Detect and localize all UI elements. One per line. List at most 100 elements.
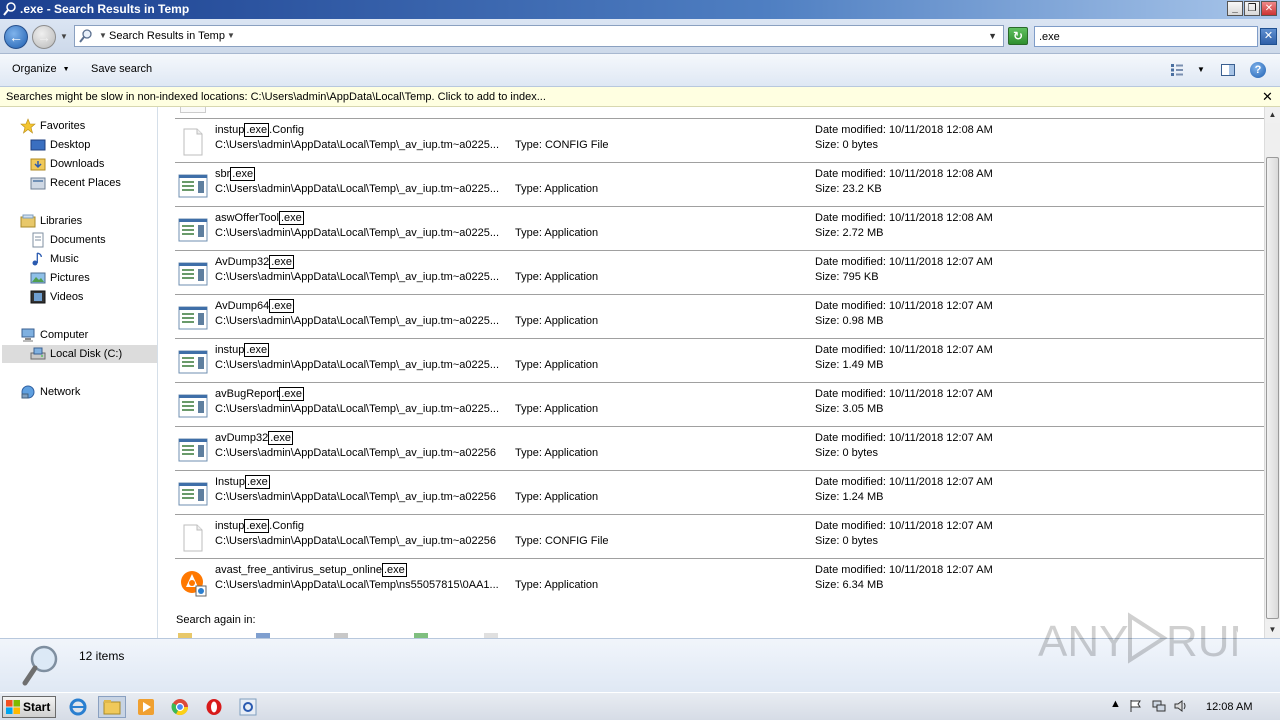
nav-videos[interactable]: Videos: [30, 288, 83, 306]
maximize-button[interactable]: ❐: [1244, 1, 1260, 16]
scroll-down-icon[interactable]: ▼: [1265, 622, 1280, 638]
config-file-icon: [183, 128, 203, 156]
nav-libraries[interactable]: Libraries: [20, 212, 82, 230]
nav-computer-label: Computer: [40, 329, 89, 341]
results-scrollbar[interactable]: ▲ ▼: [1264, 107, 1280, 638]
breadcrumb-dropdown-icon[interactable]: ▼: [227, 31, 235, 40]
table-row[interactable]: instup .exe .Config C:\Users\admin\AppData\…: [175, 514, 1264, 558]
table-row[interactable]: avast_free_antivirus_setup_online .exe C:\…: [175, 558, 1264, 602]
file-name[interactable]: instup .exe .Config: [215, 519, 304, 533]
system-tray: ▲ 12:08 AM: [1104, 696, 1280, 718]
save-search-button[interactable]: Save search: [91, 63, 152, 75]
taskbar-avast-setup[interactable]: [234, 696, 262, 718]
table-row[interactable]: aswOfferTool .exe C:\Users\admin\AppData\L…: [175, 206, 1264, 250]
file-path: C:\Users\admin\AppData\Local\Temp\_av_iu…: [215, 535, 496, 547]
start-label: Start: [23, 700, 51, 714]
show-hidden-icons-icon[interactable]: ▲: [1110, 698, 1124, 712]
close-button[interactable]: ✕: [1261, 1, 1277, 16]
nav-local-disk[interactable]: Local Disk (C:): [2, 345, 157, 363]
clock[interactable]: 12:08 AM: [1206, 701, 1252, 713]
nav-pictures[interactable]: Pictures: [30, 269, 90, 287]
setup-gear-icon: [239, 698, 257, 716]
start-button[interactable]: Start: [2, 696, 56, 718]
address-bar[interactable]: ▼ Search Results in Temp ▼ ▼: [74, 25, 1004, 47]
search-match-highlight: .exe: [268, 431, 293, 445]
application-icon: [178, 482, 208, 506]
file-name[interactable]: avast_free_antivirus_setup_online .exe: [215, 563, 407, 577]
organize-menu[interactable]: Organize ▼: [12, 63, 70, 75]
nav-computer[interactable]: Computer: [20, 326, 88, 344]
search-box[interactable]: [1034, 26, 1258, 47]
save-search-label: Save search: [91, 63, 153, 75]
title-bar[interactable]: .exe - Search Results in Temp _ ❐ ✕: [0, 0, 1280, 19]
search-results-list[interactable]: Search again in: instup .exe .Config C:\Use…: [160, 107, 1264, 638]
table-row[interactable]: instup .exe C:\Users\admin\AppData\Local\T…: [175, 338, 1264, 382]
anyrun-watermark: ANY RUN: [1038, 612, 1238, 666]
file-date-modified: Date modified: 10/11/2018 12:08 AM: [815, 212, 993, 224]
nav-documents[interactable]: Documents: [30, 231, 106, 249]
nav-local-disk-label: Local Disk (C:): [50, 348, 123, 360]
refresh-button[interactable]: ↻: [1008, 27, 1028, 45]
file-type: Type: Application: [515, 359, 599, 371]
back-button[interactable]: ←: [4, 25, 28, 49]
table-row[interactable]: Instup .exe C:\Users\admin\AppData\Local\T…: [175, 470, 1264, 514]
recent-pages-dropdown-icon[interactable]: ▼: [60, 32, 68, 41]
desktop-icon: [30, 139, 46, 151]
file-name[interactable]: avBugReport .exe: [215, 387, 305, 401]
table-row[interactable]: instup .exe .Config C:\Users\admin\AppData\…: [175, 118, 1264, 162]
taskbar-chrome[interactable]: [166, 696, 194, 718]
taskbar-opera[interactable]: [200, 696, 228, 718]
clear-search-button[interactable]: ✕: [1260, 28, 1277, 45]
breadcrumb-location[interactable]: Search Results in Temp: [109, 30, 225, 42]
address-history-dropdown-icon[interactable]: ▼: [988, 31, 997, 41]
network-tray-icon[interactable]: [1152, 699, 1166, 713]
nav-documents-label: Documents: [50, 234, 106, 246]
volume-icon[interactable]: [1174, 699, 1188, 713]
file-name[interactable]: instup .exe .Config: [215, 123, 304, 137]
action-center-flag-icon[interactable]: [1128, 699, 1142, 713]
file-name[interactable]: instup .exe: [215, 343, 270, 357]
nav-music[interactable]: Music: [30, 250, 79, 268]
file-size: Size: 1.49 MB: [815, 359, 884, 371]
preview-pane-icon[interactable]: [1221, 63, 1235, 77]
search-input[interactable]: [1035, 27, 1257, 46]
file-name[interactable]: Instup .exe: [215, 475, 270, 489]
minimize-button[interactable]: _: [1227, 1, 1243, 16]
file-name[interactable]: avDump32 .exe: [215, 431, 293, 445]
index-warning-bar[interactable]: Searches might be slow in non-indexed lo…: [0, 87, 1280, 107]
music-icon: [32, 252, 42, 266]
navigation-bar: ← → ▼ ▼ Search Results in Temp ▼ ▼ ↻ ✕: [0, 19, 1280, 54]
table-row[interactable]: AvDump64 .exe C:\Users\admin\AppData\Local…: [175, 294, 1264, 338]
taskbar-internet-explorer[interactable]: [64, 696, 92, 718]
nav-music-label: Music: [50, 253, 79, 265]
table-row[interactable]: sbr .exe C:\Users\admin\AppData\Local\Temp…: [175, 162, 1264, 206]
nav-desktop[interactable]: Desktop: [30, 136, 90, 154]
file-name[interactable]: sbr .exe: [215, 167, 256, 181]
scroll-thumb[interactable]: [1266, 157, 1279, 619]
view-options-dropdown-icon[interactable]: ▼: [1197, 65, 1205, 74]
taskbar-explorer[interactable]: [98, 696, 126, 718]
table-row[interactable]: AvDump32 .exe C:\Users\admin\AppData\Local…: [175, 250, 1264, 294]
taskbar-media-player[interactable]: [132, 696, 160, 718]
table-row[interactable]: avDump32 .exe C:\Users\admin\AppData\Local…: [175, 426, 1264, 470]
file-path: C:\Users\admin\AppData\Local\Temp\_av_iu…: [215, 447, 496, 459]
file-name[interactable]: AvDump32 .exe: [215, 255, 295, 269]
file-path: C:\Users\admin\AppData\Local\Temp\_av_iu…: [215, 315, 500, 327]
nav-downloads[interactable]: Downloads: [30, 155, 104, 173]
breadcrumb-chevron-icon[interactable]: ▼: [99, 31, 107, 40]
file-date-modified: Date modified: 10/11/2018 12:07 AM: [815, 432, 993, 444]
search-match-highlight: .exe: [244, 475, 270, 489]
table-row[interactable]: avBugReport .exe C:\Users\admin\AppData\Lo…: [175, 382, 1264, 426]
nav-recent-places[interactable]: Recent Places: [30, 174, 121, 192]
file-name[interactable]: AvDump64 .exe: [215, 299, 295, 313]
close-infobar-icon[interactable]: ✕: [1262, 89, 1273, 105]
scroll-up-icon[interactable]: ▲: [1265, 107, 1280, 123]
help-icon[interactable]: ?: [1250, 62, 1266, 78]
change-view-icon[interactable]: [1170, 63, 1184, 77]
file-date-modified: Date modified: 10/11/2018 12:07 AM: [815, 256, 993, 268]
nav-network[interactable]: Network: [20, 383, 80, 401]
navigation-pane: Favorites Desktop Downloads Recent Place…: [0, 107, 158, 638]
forward-button[interactable]: →: [32, 25, 56, 49]
nav-favorites[interactable]: Favorites: [20, 117, 85, 135]
file-name[interactable]: aswOfferTool .exe: [215, 211, 304, 225]
